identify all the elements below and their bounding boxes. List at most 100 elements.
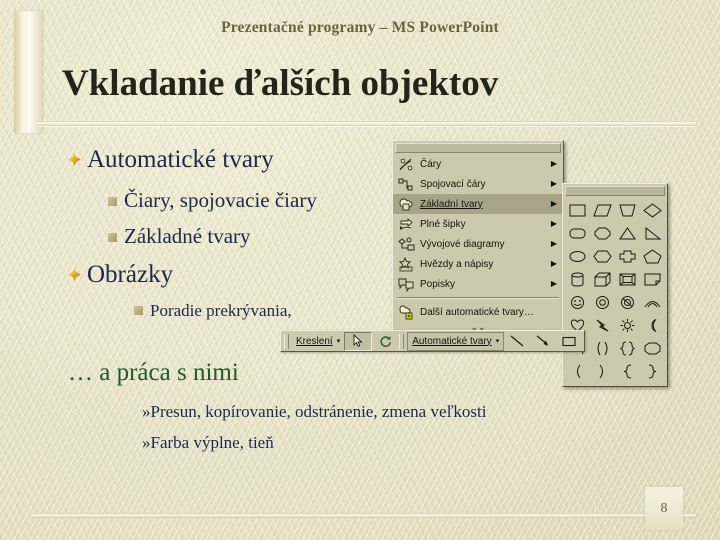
guillemet-marker: »: [142, 402, 151, 421]
cube-shape[interactable]: [590, 268, 615, 291]
outline-item-2: Čiary, spojovacie čiary: [108, 188, 317, 213]
menu-item-label: Základní tvary: [420, 198, 483, 210]
autoshapes-menu-label: Automatické tvary: [412, 335, 492, 347]
drawing-toolbar[interactable]: Kreslení ▾ Automatické tvary ▾: [280, 330, 586, 352]
outline-item-label: Čiary, spojovacie čiary: [124, 188, 317, 212]
block-arrows-icon: [396, 216, 416, 233]
moon-shape[interactable]: [640, 314, 665, 337]
hexagon-shape[interactable]: [590, 245, 615, 268]
cylinder-shape[interactable]: [565, 268, 590, 291]
square-bullet-icon: [134, 306, 143, 315]
select-arrow-button[interactable]: [344, 331, 373, 351]
rectangle-shape[interactable]: [565, 199, 590, 222]
title-divider: [36, 121, 696, 126]
arc-shape[interactable]: [640, 291, 665, 314]
menu-item-label: Čáry: [420, 158, 442, 170]
gold-diamond-icon: [68, 153, 81, 166]
cross-shape[interactable]: [615, 245, 640, 268]
line-icon: [508, 333, 526, 349]
rectangle-icon: [560, 333, 578, 349]
octagon-shape[interactable]: [590, 222, 615, 245]
outline-item-label: Poradie prekrývania,: [150, 301, 292, 320]
menu-item-label: Hvězdy a nápisy: [420, 258, 494, 270]
menu-item-block-arrows[interactable]: Plné šipky ▶: [393, 214, 563, 234]
arrow-tool-button[interactable]: [530, 333, 556, 350]
trapezoid-shape[interactable]: [615, 199, 640, 222]
outline-item-label: Automatické tvary: [87, 146, 274, 173]
right-bracket-shape[interactable]: [590, 360, 615, 383]
menu-item-lines[interactable]: Čáry ▶: [393, 154, 563, 174]
basic-shapes-icon: [396, 196, 416, 213]
smiley-face-shape[interactable]: [565, 291, 590, 314]
submenu-arrow-icon: ▶: [550, 179, 558, 188]
toolbar-drag-handle[interactable]: [284, 333, 289, 349]
chevron-down-icon: ▾: [336, 337, 341, 345]
outline-item-label: Obrázky: [87, 261, 174, 288]
menu-separator: [397, 297, 559, 299]
sun-shape[interactable]: [615, 314, 640, 337]
round-brackets-shape[interactable]: [590, 337, 615, 360]
guillemet-marker: »: [142, 433, 151, 452]
curly-brackets-shape[interactable]: [615, 337, 640, 360]
callouts-icon: [396, 276, 416, 293]
draw-menu-button[interactable]: Kreslení ▾: [292, 333, 344, 350]
connectors-icon: [396, 176, 416, 193]
autoshapes-menu-button[interactable]: Automatické tvary ▾: [407, 331, 505, 351]
right-triangle-shape[interactable]: [640, 222, 665, 245]
menu-item-label: Plné šipky: [420, 218, 466, 230]
chevron-down-icon: ▾: [495, 337, 500, 345]
submenu-arrow-icon: ▶: [550, 199, 558, 208]
left-bracket-shape[interactable]: [565, 360, 590, 383]
submenu-arrow-icon: ▶: [550, 239, 558, 248]
regular-pentagon-shape[interactable]: [640, 337, 665, 360]
menu-item-more-autoshapes[interactable]: Další automatické tvary…: [393, 302, 563, 322]
free-rotate-icon: [376, 333, 394, 349]
palette-drag-handle[interactable]: [565, 186, 665, 196]
square-bullet-icon: [108, 233, 117, 242]
parallelogram-shape[interactable]: [590, 199, 615, 222]
donut-shape[interactable]: [590, 291, 615, 314]
menu-item-label: Spojovací čáry: [420, 178, 486, 190]
draw-menu-label: Kreslení: [296, 335, 333, 347]
autoshapes-menu[interactable]: Čáry ▶ Spojovací čáry ▶ Základní tvary ▶…: [392, 140, 564, 336]
lines-icon: [396, 156, 416, 173]
diamond-shape[interactable]: [640, 199, 665, 222]
no-symbol-shape[interactable]: [615, 291, 640, 314]
submenu-arrow-icon: ▶: [550, 279, 558, 288]
menu-drag-handle[interactable]: [395, 143, 561, 153]
section2-item-label: Presun, kopírovanie, odstránenie, zmena …: [150, 402, 487, 421]
right-brace-shape[interactable]: [640, 360, 665, 383]
lightning-bolt-shape[interactable]: [590, 314, 615, 337]
menu-item-stars-banners[interactable]: Hvězdy a nápisy ▶: [393, 254, 563, 274]
page-number: 8: [660, 500, 668, 516]
header-subtitle: Prezentačné programy – MS PowerPoint: [221, 19, 499, 36]
menu-item-basic-shapes[interactable]: Základní tvary ▶: [393, 194, 563, 214]
outline-item-5: Poradie prekrývania,: [134, 301, 292, 321]
bevel-shape[interactable]: [615, 268, 640, 291]
oval-shape[interactable]: [565, 245, 590, 268]
line-tool-button[interactable]: [504, 333, 530, 350]
square-bullet-icon: [108, 197, 117, 206]
folded-corner-shape[interactable]: [640, 268, 665, 291]
flowchart-icon: [396, 236, 416, 253]
basic-shapes-palette[interactable]: [562, 183, 668, 387]
section2-heading: … a práca s nimi: [68, 359, 239, 386]
menu-item-callouts[interactable]: Popisky ▶: [393, 274, 563, 294]
menu-item-flowchart[interactable]: Vývojové diagramy ▶: [393, 234, 563, 254]
menu-item-connectors[interactable]: Spojovací čáry ▶: [393, 174, 563, 194]
outline-item-label: Základné tvary: [124, 224, 251, 248]
stars-banners-icon: [396, 256, 416, 273]
pentagon-shape[interactable]: [640, 245, 665, 268]
left-brace-shape[interactable]: [615, 360, 640, 383]
menu-item-label: Vývojové diagramy: [420, 238, 505, 250]
triangle-shape[interactable]: [615, 222, 640, 245]
section2-item-label: Farba výplne, tieň: [150, 433, 274, 452]
arrow-icon: [534, 333, 552, 349]
free-rotate-button[interactable]: [372, 333, 398, 350]
rectangle-tool-button[interactable]: [556, 333, 582, 350]
menu-item-label: Popisky: [420, 278, 456, 290]
outline-item-4: Obrázky: [68, 261, 173, 289]
slide-canvas: Prezentačné programy – MS PowerPoint Vkl…: [0, 0, 720, 540]
rounded-rectangle-shape[interactable]: [565, 222, 590, 245]
more-autoshapes-icon: [396, 304, 416, 321]
